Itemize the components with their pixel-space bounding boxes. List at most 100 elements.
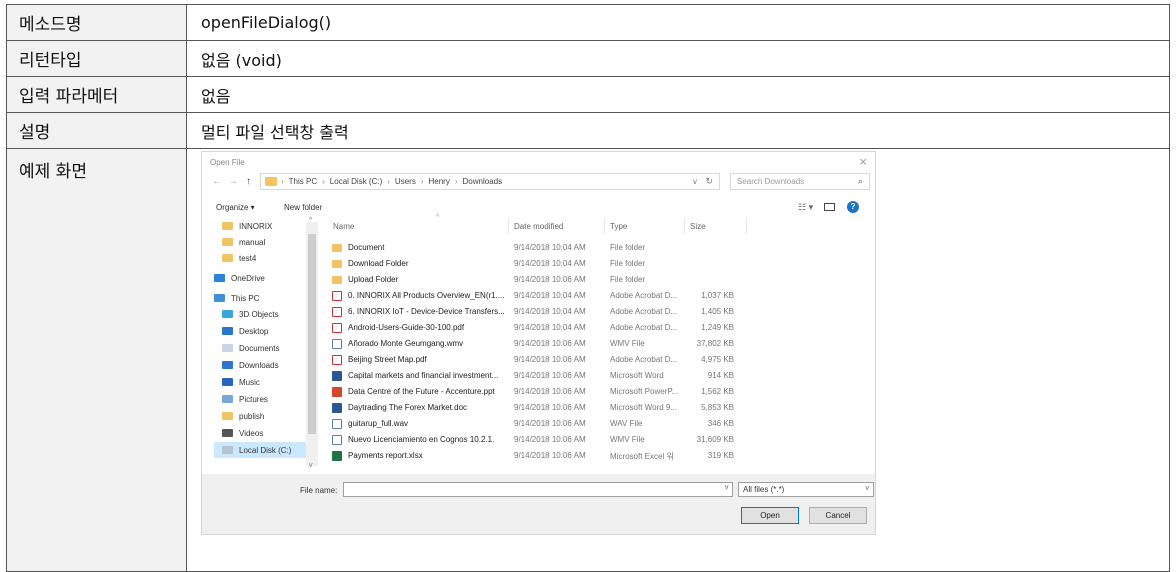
file-name: Android-Users-Guide-30-100.pdf (348, 323, 465, 332)
crumb-separator: › (322, 177, 325, 186)
spec-row-params: 입력 파라메터 없음 (6, 76, 1170, 113)
nav-item-local-disk[interactable]: Local Disk (C:) (214, 442, 306, 458)
row-key: 예제 화면 (6, 148, 187, 572)
refresh-icon[interactable]: ↻ (705, 176, 713, 187)
pictures-icon (222, 395, 233, 403)
file-name: Daytrading The Forex Market.doc (348, 403, 468, 412)
close-icon[interactable]: × (859, 154, 867, 169)
cloud-icon (214, 274, 225, 282)
search-input[interactable]: Search Downloads ⌕ (730, 173, 870, 190)
search-placeholder: Search Downloads (737, 177, 805, 186)
breadcrumb-item[interactable]: Local Disk (C:) (330, 177, 382, 186)
file-type: File folder (610, 275, 646, 284)
crumb-separator: › (387, 177, 390, 186)
file-type-value: All files (*.*) (743, 485, 785, 494)
folder-icon (222, 222, 233, 230)
search-icon: ⌕ (857, 176, 863, 186)
file-row[interactable]: Data Centre of the Future - Accenture.pp… (330, 384, 750, 400)
nav-scrollbar-thumb[interactable] (308, 234, 316, 434)
folder-icon (222, 254, 233, 262)
folder-icon (332, 244, 342, 252)
scroll-down-icon[interactable]: v (309, 462, 313, 469)
file-name: Capital markets and financial investment… (348, 371, 499, 380)
nav-item-label: Videos (239, 428, 264, 438)
nav-item-onedrive[interactable]: OneDrive (214, 270, 314, 286)
scroll-up-icon[interactable]: ^ (309, 217, 312, 224)
file-size: 1,405 KB (701, 307, 734, 316)
file-row[interactable]: Capital markets and financial investment… (330, 368, 750, 384)
nav-item-label: test4 (239, 253, 257, 263)
crumb-separator: › (281, 177, 284, 186)
file-name: Download Folder (348, 259, 409, 268)
address-bar[interactable]: › This PC › Local Disk (C:) › Users › He… (260, 173, 720, 190)
file-type: WMV File (610, 339, 645, 348)
row-value: 멀티 파일 선택창 출력 (186, 112, 1170, 149)
nav-item-label: publish (239, 411, 265, 421)
chevron-down-icon[interactable]: v (725, 484, 729, 491)
nav-item-this-pc[interactable]: This PC (214, 290, 314, 306)
open-button[interactable]: Open (741, 507, 799, 524)
file-name-input[interactable] (343, 482, 733, 497)
sort-indicator-icon: ^ (436, 214, 440, 221)
nav-item-label: INNORIX (239, 221, 273, 231)
help-icon[interactable]: ? (847, 201, 859, 213)
file-row[interactable]: 0. INNORIX All Products Overview_EN(r1..… (330, 288, 750, 304)
pdf-file-icon (332, 355, 342, 365)
nav-item-label: 3D Objects (239, 309, 279, 319)
nav-item-label: Local Disk (C:) (239, 445, 292, 455)
file-row[interactable]: Beijing Street Map.pdf 9/14/2018 10:06 AM… (330, 352, 750, 368)
file-name: Data Centre of the Future - Accenture.pp… (348, 387, 495, 396)
file-name: guitarup_full.wav (348, 419, 409, 428)
up-icon[interactable]: ↑ (246, 176, 251, 187)
nav-item-label: Pictures (239, 394, 268, 404)
file-row[interactable]: guitarup_full.wav 9/14/2018 10:06 AM WAV F… (330, 416, 750, 432)
file-row[interactable]: Daytrading The Forex Market.doc 9/14/2018… (330, 400, 750, 416)
chevron-down-icon: v (865, 485, 870, 492)
file-size: 4,975 KB (701, 355, 734, 364)
file-row[interactable]: Payments report.xlsx 9/14/2018 10:06 AM Mi… (330, 448, 750, 464)
column-header-type[interactable]: Type (610, 222, 627, 231)
nav-item-label: Downloads (239, 360, 279, 370)
chevron-down-icon[interactable]: v (693, 177, 697, 186)
file-type-select[interactable]: All files (*.*) v (738, 482, 874, 497)
column-header-date[interactable]: Date modified (514, 222, 563, 231)
file-date: 9/14/2018 10:06 AM (514, 451, 586, 460)
file-row[interactable]: Añorado Monte Geumgang.wmv 9/14/2018 10:0… (330, 336, 750, 352)
file-row[interactable]: Document 9/14/2018 10:04 AM File folder (330, 240, 750, 256)
file-size: 914 KB (707, 371, 734, 380)
crumb-separator: › (420, 177, 424, 186)
forward-icon[interactable]: → (228, 176, 238, 187)
column-header-name[interactable]: Name (333, 222, 354, 231)
back-icon[interactable]: ← (212, 176, 222, 187)
file-type: Microsoft Word (610, 371, 664, 380)
cancel-button[interactable]: Cancel (809, 507, 867, 524)
file-size: 5,853 KB (701, 403, 734, 412)
file-type: Microsoft Excel 워 (610, 452, 674, 461)
breadcrumb-item[interactable]: Henry (428, 177, 449, 186)
downloads-icon (222, 361, 233, 369)
3d-objects-icon (222, 310, 233, 318)
file-type: WAV File (610, 419, 643, 428)
file-row[interactable]: Download Folder 9/14/2018 10:04 AM File fo… (330, 256, 750, 272)
file-row[interactable]: Upload Folder 9/14/2018 10:06 AM File fold… (330, 272, 750, 288)
nav-item-label: OneDrive (231, 273, 265, 283)
preview-pane-icon[interactable] (824, 203, 835, 211)
view-options-icon[interactable]: ☷ ▾ (798, 202, 813, 213)
file-name: 6. INNORIX IoT - Device-Device Transfers… (348, 307, 505, 316)
open-file-dialog: Open File × ← → ↑ › This PC › Local Disk… (201, 151, 876, 535)
organize-button[interactable]: Organize ▾ (216, 203, 255, 212)
column-header-size[interactable]: Size (690, 222, 706, 231)
file-row[interactable]: 6. INNORIX IoT - Device-Device Transfers… (330, 304, 750, 320)
file-row[interactable]: Android-Users-Guide-30-100.pdf 9/14/2018 … (330, 320, 750, 336)
folder-icon (222, 238, 233, 246)
column-divider (746, 218, 747, 234)
breadcrumb-item[interactable]: This PC (289, 177, 317, 186)
nav-item-label: Music (239, 377, 260, 387)
file-row[interactable]: Nuevo Licenciamiento en Cognos 10.2.1. 9/… (330, 432, 750, 448)
new-folder-button[interactable]: New folder (284, 203, 322, 212)
file-date: 9/14/2018 10:06 AM (514, 419, 586, 428)
breadcrumb-item[interactable]: Downloads (463, 177, 503, 186)
spec-row-description: 설명 멀티 파일 선택창 출력 (6, 112, 1170, 149)
file-name: Beijing Street Map.pdf (348, 355, 427, 364)
breadcrumb-item[interactable]: Users (395, 177, 416, 186)
